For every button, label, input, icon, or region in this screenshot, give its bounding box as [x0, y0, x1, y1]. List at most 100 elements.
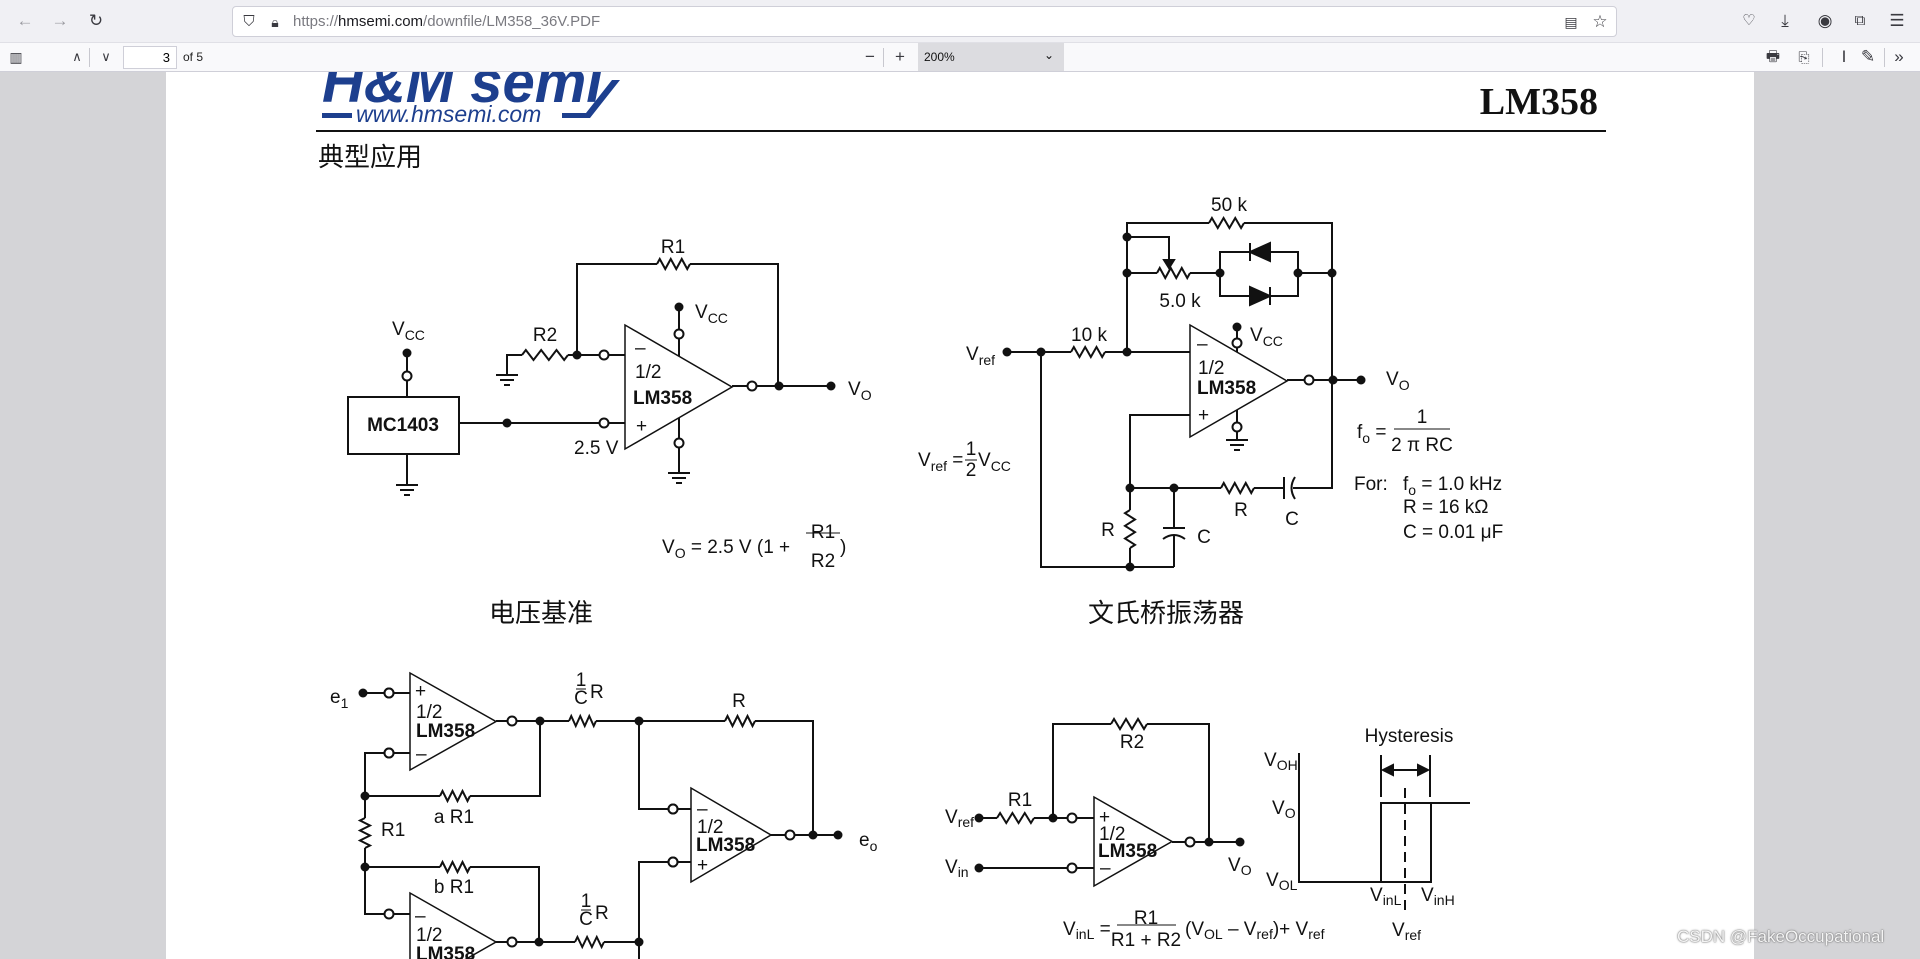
zoom-select[interactable]: 200% ⌄ — [918, 43, 1064, 71]
url-text[interactable]: https://hmsemi.com/downfile/LM358_36V.PD… — [293, 13, 600, 30]
label-part: = — [1370, 422, 1386, 443]
e1-label: e1 — [330, 687, 349, 711]
resistor — [521, 348, 569, 362]
half-label: 1/2 — [416, 925, 442, 946]
zoom-out-icon[interactable]: − — [858, 47, 882, 67]
chip-label: LM358 — [696, 835, 755, 856]
pin-circle — [1303, 374, 1315, 386]
wire — [1298, 753, 1470, 883]
resistor — [1123, 509, 1137, 549]
junction-dot — [1356, 375, 1366, 385]
lock-icon[interactable]: 🔒︎ — [263, 12, 287, 32]
bookmark-star-icon[interactable]: ☆ — [1588, 12, 1612, 32]
extensions-icon[interactable]: ⧉ — [1848, 11, 1872, 31]
vref-numerator: 1 — [966, 439, 977, 460]
junction-dot — [1122, 232, 1132, 242]
pocket-icon[interactable]: ♡ — [1737, 11, 1761, 31]
pin-circle — [673, 437, 685, 449]
label-part: – V — [1223, 919, 1257, 940]
formula-denominator: R2 — [811, 551, 835, 572]
reload-icon[interactable]: ↻ — [84, 11, 108, 31]
label-part: ref — [1308, 926, 1324, 942]
menu-icon[interactable]: ☰ — [1885, 11, 1909, 31]
back-icon[interactable]: ← — [13, 11, 37, 31]
sidebar-toggle-icon[interactable]: ▥ — [4, 47, 28, 67]
url-bar[interactable]: ⛉ 🔒︎ https://hmsemi.com/downfile/LM358_3… — [232, 6, 1617, 37]
label-part: V — [978, 450, 991, 471]
fo-formula: fo = — [1357, 422, 1386, 446]
label-part: O — [1285, 805, 1296, 821]
label-part: V — [1266, 870, 1279, 891]
logo-bar — [322, 113, 352, 118]
pin-circle — [383, 747, 395, 759]
minus-sign: – — [1100, 858, 1111, 879]
label-part: V — [1370, 885, 1383, 906]
label-part: O — [1241, 862, 1252, 878]
junction-dot — [358, 688, 368, 698]
r2-label: R2 — [533, 325, 557, 346]
junction-dot — [1327, 268, 1337, 278]
shield-icon[interactable]: ⛉ — [237, 12, 261, 32]
label-part: V — [1272, 798, 1285, 819]
junction-dot — [1002, 347, 1012, 357]
wire — [364, 752, 385, 818]
save-icon[interactable]: ⎘ — [1792, 47, 1816, 67]
download-icon[interactable]: ⤓ — [1773, 11, 1797, 31]
resistor — [1220, 480, 1255, 496]
r-label: R — [1101, 520, 1115, 541]
wire — [690, 263, 779, 386]
junction-dot — [634, 716, 644, 726]
account-icon[interactable]: ◉ — [1813, 11, 1837, 31]
label-part: OL — [1279, 877, 1298, 893]
page-content: H&M semi www.hmsemi.com LM358 典型应用 VCC M… — [316, 50, 1606, 959]
label-part: = 1.0 kHz — [1416, 474, 1502, 495]
vref-label: Vref — [945, 807, 974, 830]
plus-sign: + — [636, 416, 647, 437]
page-number-input[interactable] — [123, 46, 177, 69]
pin-circle — [746, 380, 758, 392]
label-part: OH — [1277, 757, 1298, 773]
draw-icon[interactable]: ✎ — [1856, 47, 1880, 67]
vin-label: Vin — [945, 857, 969, 880]
schematics — [347, 216, 1470, 959]
label-part: e — [330, 687, 341, 708]
next-page-icon[interactable]: ∨ — [94, 47, 118, 67]
plus-sign: + — [1198, 405, 1209, 426]
junction-dot — [974, 813, 984, 823]
label-part: V — [945, 857, 958, 878]
ground-symbol — [1226, 439, 1248, 451]
pin-circle — [1231, 337, 1243, 349]
pdf-toolbar: ▥ ∧ ∨ of 5 − + 200% ⌄ 🖶︎ ⎘ I ✎ » — [0, 43, 1920, 72]
more-tools-icon[interactable]: » — [1887, 47, 1911, 67]
resistor — [996, 811, 1035, 825]
forward-icon[interactable]: → — [48, 11, 72, 31]
fraction-c: C — [574, 688, 588, 709]
vo-label: VO — [1228, 855, 1252, 878]
junction-dot — [402, 348, 412, 358]
print-icon[interactable]: 🖶︎ — [1761, 47, 1785, 67]
previous-page-icon[interactable]: ∧ — [65, 47, 89, 67]
formula-numerator: R1 — [811, 522, 835, 543]
label-part: V — [1228, 855, 1241, 876]
label-part: = — [1094, 919, 1110, 940]
label-part: o — [870, 838, 878, 854]
zoom-in-icon[interactable]: + — [888, 47, 912, 67]
junction-dot — [774, 381, 784, 391]
label-part: V — [966, 344, 979, 365]
label-part: V — [1421, 885, 1434, 906]
label-part: (V — [1185, 919, 1204, 940]
formula-denominator: R1 + R2 — [1111, 930, 1181, 951]
pin-circle — [667, 856, 679, 868]
label-part: V — [1392, 920, 1405, 941]
label-part: V — [848, 379, 861, 400]
label-part: V — [695, 302, 708, 323]
label-part: )+ V — [1273, 919, 1309, 940]
vinl-label: VinL — [1370, 885, 1402, 908]
pin-circle — [383, 687, 395, 699]
r-value: R = 16 kΩ — [1403, 497, 1489, 518]
hysteresis-label: Hysteresis — [1365, 726, 1454, 747]
junction-dot — [1169, 483, 1179, 493]
reader-view-icon[interactable]: ▤ — [1559, 12, 1583, 32]
text-tool-icon[interactable]: I — [1832, 47, 1856, 67]
pin-circle — [667, 803, 679, 815]
